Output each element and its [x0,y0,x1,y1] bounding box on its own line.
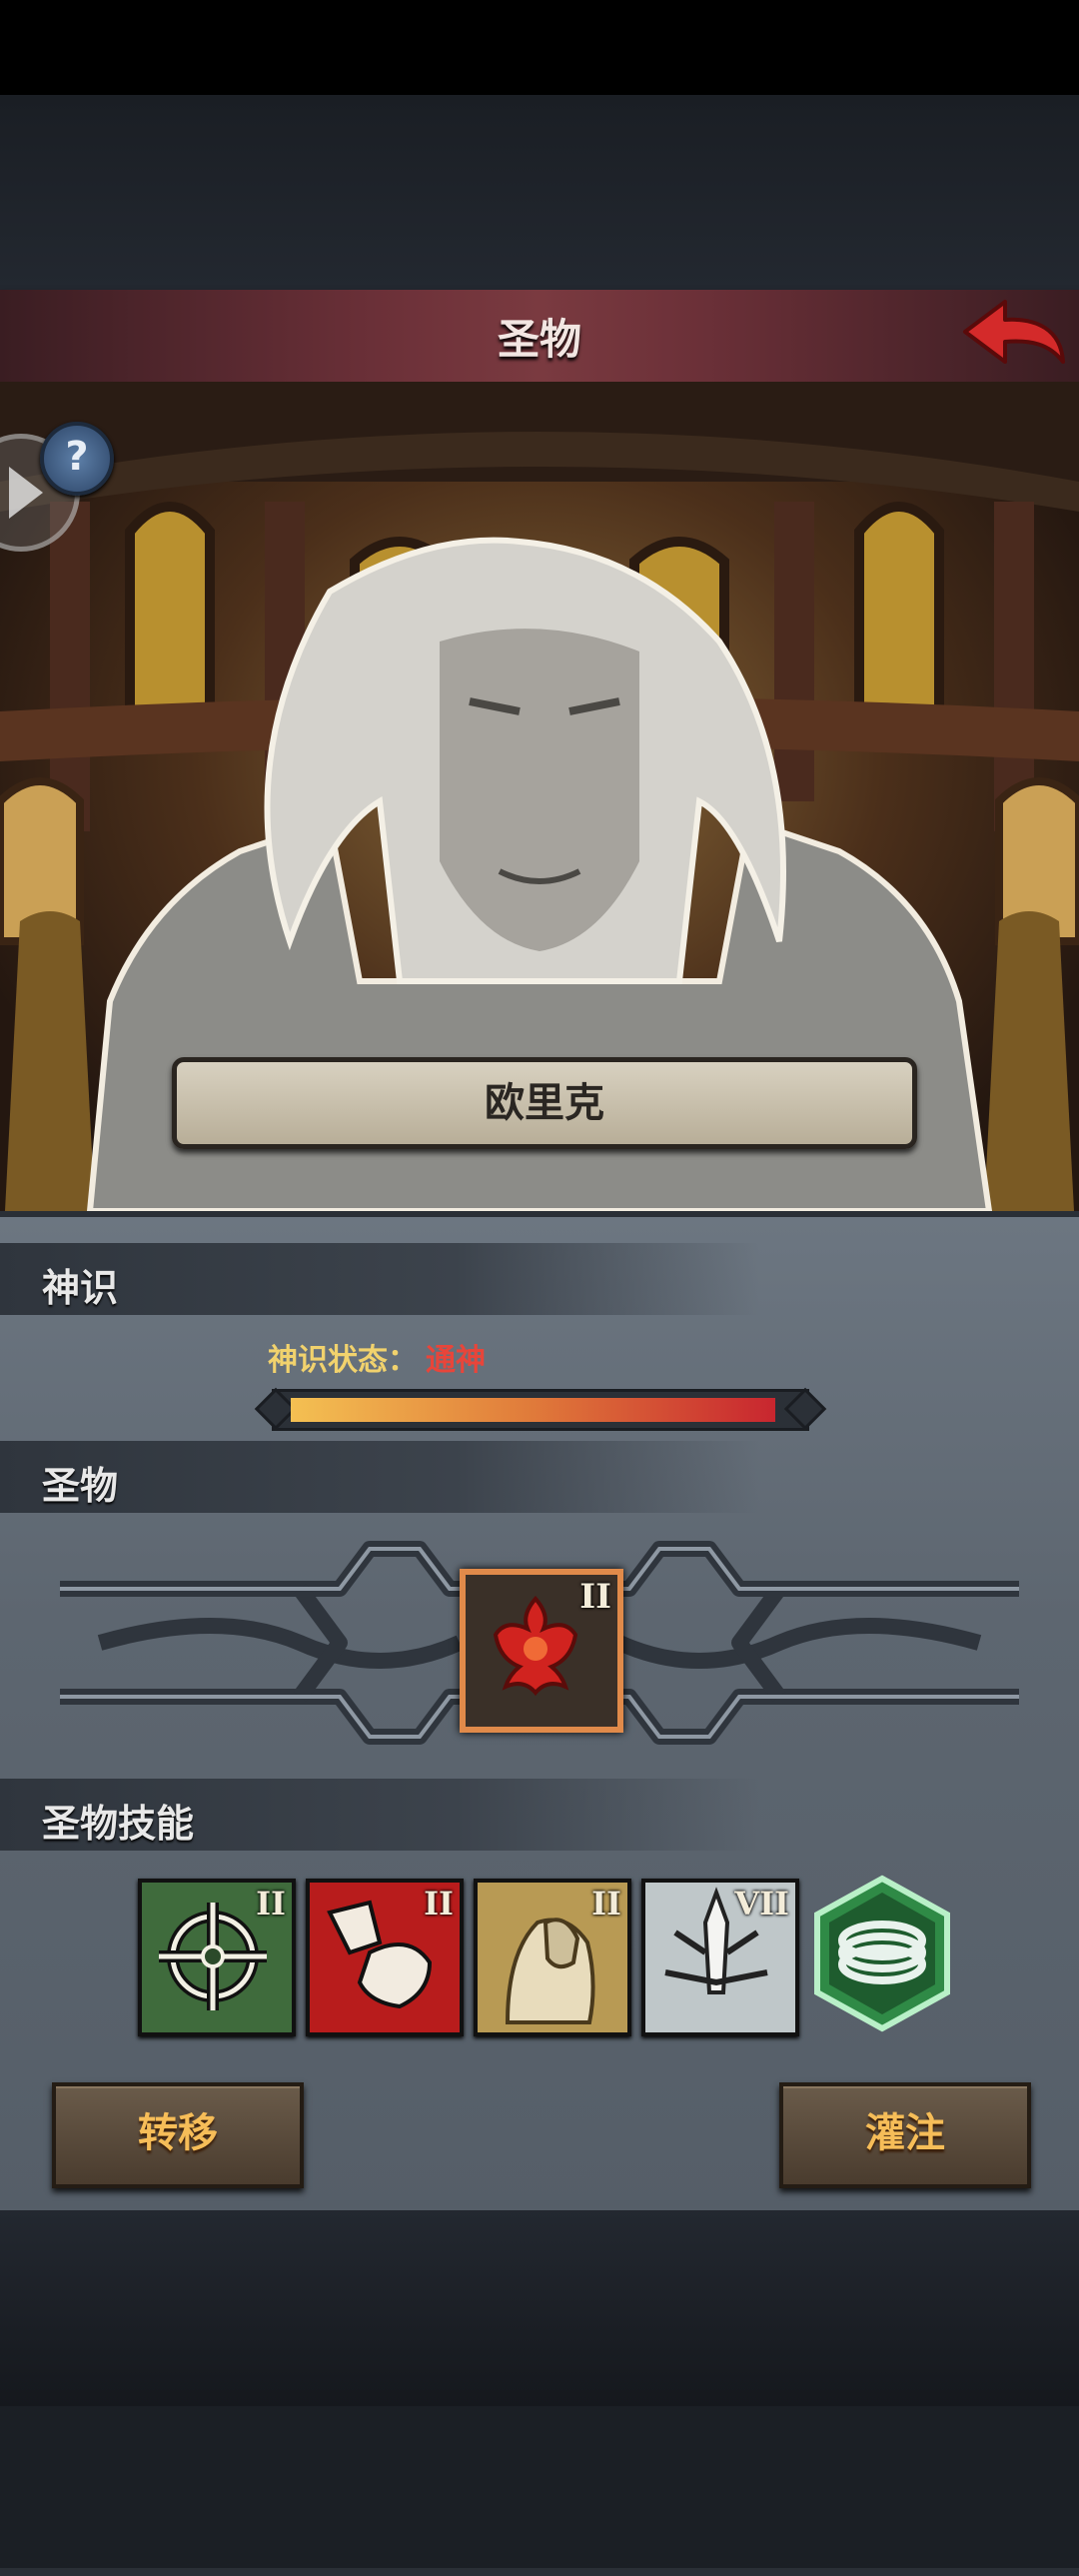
panel-divider [0,2568,1079,2576]
section-header-skills: 圣物技能 [0,1779,759,1851]
coil-hex-skill-icon[interactable] [807,1873,957,2034]
divine-progress-fill [291,1398,775,1422]
section-title-relic: 圣物 [42,1464,119,1508]
section-title-skills: 圣物技能 [42,1802,195,1846]
infuse-button[interactable]: 灌注 [779,2082,1031,2188]
hero-name-plate: 欧里克 [172,1057,917,1149]
back-arrow-icon[interactable] [957,296,1069,376]
sword-burst-skill-icon[interactable]: VII [641,1879,799,2036]
relic-info-panel: 神识 神识状态： 通神 圣物 II 圣物技能 II II II VII [0,1211,1079,2576]
section-header-divine: 神识 [0,1243,759,1315]
skill-level: II [256,1885,286,1923]
hero-portrait-scene: ? 欧里克 [0,382,1079,1211]
skill-level: II [591,1885,621,1923]
crosshair-skill-icon[interactable]: II [138,1879,296,2036]
section-title-divine: 神识 [42,1266,119,1310]
skill-level: VII [734,1885,789,1923]
transfer-button[interactable]: 转移 [52,2082,304,2188]
help-icon[interactable]: ? [40,422,114,496]
skill-list: II II II VII [138,1875,957,2038]
page-title: 圣物 [497,315,581,364]
divine-status-value: 通神 [426,1343,486,1378]
fist-strike-skill-icon[interactable]: II [306,1879,464,2036]
relic-slot[interactable]: II [460,1569,623,1733]
divine-progress-bar [272,1389,809,1431]
relic-slot-level: II [579,1577,611,1617]
divine-status-label: 神识状态： [268,1343,418,1378]
status-bar [0,0,1079,95]
title-bar: 圣物 [0,290,1079,385]
background-upper [0,95,1079,290]
background-lower [0,2210,1079,2406]
section-header-relic: 圣物 [0,1441,759,1513]
armored-knight-skill-icon[interactable]: II [474,1879,631,2036]
skill-level: II [424,1885,454,1923]
